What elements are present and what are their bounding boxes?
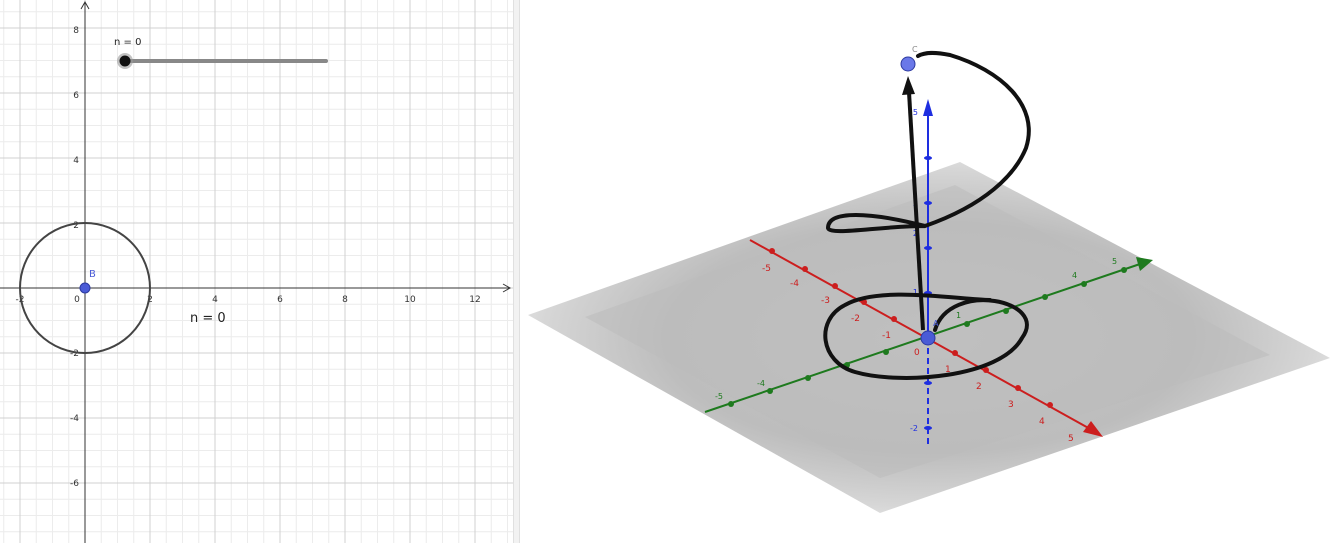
point-c[interactable] <box>900 56 916 72</box>
y-tick-label: -6 <box>70 479 79 489</box>
x-tick-label: -3 <box>821 296 830 306</box>
point-c-label: C <box>912 45 918 54</box>
point-a[interactable] <box>920 330 936 346</box>
x-tick-label: 0 <box>74 295 80 305</box>
graphics-view-3d[interactable]: -5 -4 -3 -2 -1 1 2 3 4 5 -5 -4 1 4 5 5 1… <box>520 0 1336 543</box>
x-tick-label: -2 <box>851 314 860 324</box>
x-tick-label: 12 <box>469 295 480 305</box>
origin-label: 0 <box>914 348 920 358</box>
y-tick-label: 1 <box>956 311 961 320</box>
y-tick-label: -5 <box>715 392 723 401</box>
minor-grid <box>0 0 513 543</box>
y-tick-label: 4 <box>1072 271 1077 280</box>
x-tick-label: -4 <box>790 279 799 289</box>
point-b[interactable] <box>79 282 91 294</box>
x-tick-label: 6 <box>277 295 283 305</box>
y-tick-label: 6 <box>73 91 79 101</box>
x-tick-label: 3 <box>1008 400 1014 410</box>
point-b-label: B <box>89 269 96 280</box>
x-tick-label: 2 <box>976 382 982 392</box>
view-divider[interactable] <box>513 0 520 543</box>
graphics-3d-canvas[interactable]: -5 -4 -3 -2 -1 1 2 3 4 5 -5 -4 1 4 5 5 1… <box>520 0 1336 543</box>
y-tick-label: 4 <box>73 156 79 166</box>
y-tick-label: -4 <box>757 379 765 388</box>
graphics-view-2d[interactable]: -2 0 2 4 6 8 10 12 8 6 4 2 -2 -4 -6 B n … <box>0 0 513 543</box>
y-tick-label: 8 <box>73 26 79 36</box>
x-tick-label: 5 <box>1068 434 1074 444</box>
slider-label: n = 0 <box>114 37 141 48</box>
z-axis-arrow <box>923 99 933 116</box>
x-tick-label: 4 <box>1039 417 1045 427</box>
x-tick-label: 10 <box>404 295 416 305</box>
y-tick-label: 5 <box>1112 257 1117 266</box>
z-tick-label: -2 <box>910 424 918 433</box>
point-a-label: A <box>933 319 939 328</box>
x-tick-label: -5 <box>762 264 771 274</box>
text-object[interactable]: n = 0 <box>190 311 226 326</box>
z-tick-label: 5 <box>913 108 918 117</box>
x-tick-label: 4 <box>212 295 218 305</box>
x-tick-label: 8 <box>342 295 348 305</box>
x-tick-label: -1 <box>882 331 891 341</box>
slider-handle[interactable] <box>119 55 131 67</box>
y-tick-label: -4 <box>70 414 79 424</box>
y-tick-label: -2 <box>70 349 79 359</box>
graphics-2d-canvas[interactable]: -2 0 2 4 6 8 10 12 8 6 4 2 -2 -4 -6 B n … <box>0 0 513 543</box>
vector-ac-arrowhead <box>902 76 915 95</box>
